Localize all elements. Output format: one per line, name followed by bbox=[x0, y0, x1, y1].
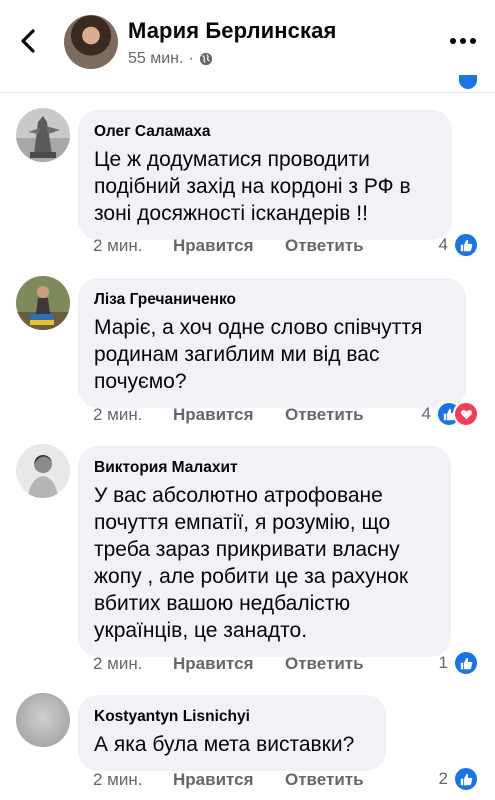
comment-actions: 2 мин. Нравится Ответить bbox=[93, 654, 364, 674]
comment-bubble[interactable]: Ліза Гречаниченко Маріє, а хоч одне слов… bbox=[78, 278, 466, 408]
like-button[interactable]: Нравится bbox=[173, 654, 285, 674]
comment-line: Це ж додуматися проводити bbox=[94, 148, 370, 171]
globe-icon bbox=[199, 52, 212, 66]
reaction-summary[interactable]: 1 bbox=[439, 650, 479, 676]
more-dot bbox=[460, 38, 466, 44]
reaction-summary[interactable]: 4 bbox=[422, 401, 479, 427]
comment-author[interactable]: Ліза Гречаниченко bbox=[94, 290, 450, 310]
more-options-button[interactable] bbox=[446, 30, 480, 52]
reaction-count: 4 bbox=[421, 404, 431, 423]
post-meta: 55 мин. · bbox=[128, 50, 213, 68]
comment-line: жопу , але робити це за рахунок bbox=[94, 565, 409, 588]
person-avatar-image bbox=[16, 444, 70, 498]
comment-line: родинам загиблим ми від вас bbox=[94, 343, 380, 366]
comment-line: А яка була мета виставки? bbox=[94, 733, 355, 756]
like-reaction-icon bbox=[453, 232, 479, 258]
avatar[interactable] bbox=[16, 444, 70, 498]
reaction-summary[interactable]: 4 bbox=[439, 232, 479, 258]
back-button[interactable] bbox=[14, 26, 44, 56]
comment-line: треба зараз прикривати власну bbox=[94, 538, 400, 561]
reaction-summary[interactable]: 2 bbox=[439, 766, 479, 792]
reply-button[interactable]: Ответить bbox=[285, 654, 364, 674]
comment-actions: 2 мин. Нравится Ответить bbox=[93, 236, 364, 256]
comment-line: подібний захід на кордоні з РФ в bbox=[94, 175, 411, 198]
reply-button[interactable]: Ответить bbox=[285, 770, 364, 790]
like-button[interactable]: Нравится bbox=[173, 405, 285, 425]
default-avatar-image bbox=[16, 693, 70, 747]
reaction-count: 4 bbox=[438, 235, 448, 254]
reaction-count: 2 bbox=[438, 769, 448, 788]
comment-actions: 2 мин. Нравится Ответить bbox=[93, 405, 364, 425]
like-button[interactable]: Нравится bbox=[173, 236, 285, 256]
reaction-count: 1 bbox=[438, 653, 448, 672]
comment-line: зоні досяжності іскандерів !! bbox=[94, 202, 368, 225]
comment-line: Маріє, а хоч одне слово співчуття bbox=[94, 316, 423, 339]
reply-button[interactable]: Ответить bbox=[285, 236, 364, 256]
comment-line: У вас абсолютно атрофоване bbox=[94, 484, 383, 507]
header-divider bbox=[0, 92, 495, 93]
author-avatar[interactable] bbox=[64, 15, 118, 69]
comment-author[interactable]: Kostyantyn Lisnichyi bbox=[94, 707, 370, 727]
avatar[interactable] bbox=[16, 108, 70, 162]
like-button[interactable]: Нравится bbox=[173, 770, 285, 790]
comment-line: вбитих вашою недбалістю bbox=[94, 592, 351, 615]
comment-author[interactable]: Олег Саламаха bbox=[94, 122, 436, 142]
like-reaction-icon bbox=[453, 766, 479, 792]
comment-bubble[interactable]: Kostyantyn Lisnichyi А яка була мета вис… bbox=[78, 695, 386, 771]
person-avatar-image bbox=[16, 276, 70, 330]
avatar[interactable] bbox=[16, 693, 70, 747]
comment-author[interactable]: Виктория Малахит bbox=[94, 458, 435, 478]
comment-bubble[interactable]: Олег Саламаха Це ж додуматися проводити … bbox=[78, 110, 452, 240]
comment-line: українців, це занадто. bbox=[94, 619, 308, 642]
post-header: Мария Берлинская 55 мин. · bbox=[0, 0, 495, 89]
comment-time[interactable]: 2 мин. bbox=[93, 654, 173, 674]
monument-avatar-image bbox=[16, 108, 70, 162]
reaction-icons bbox=[436, 401, 479, 427]
more-dot bbox=[470, 38, 476, 44]
more-horizontal-icon bbox=[450, 38, 456, 44]
chevron-left-icon bbox=[21, 29, 35, 53]
reply-button[interactable]: Ответить bbox=[285, 405, 364, 425]
like-reaction-icon bbox=[453, 650, 479, 676]
comment-line: почуємо? bbox=[94, 370, 187, 393]
comment-line: почуття емпатії, я розумію, що bbox=[94, 511, 391, 534]
comment-bubble[interactable]: Виктория Малахит У вас абсолютно атрофов… bbox=[78, 446, 451, 657]
comment-text: Це ж додуматися проводити подібний захід… bbox=[94, 146, 436, 227]
avatar[interactable] bbox=[16, 276, 70, 330]
like-reaction-icon bbox=[459, 75, 477, 89]
author-name[interactable]: Мария Берлинская bbox=[128, 18, 336, 44]
comment-time[interactable]: 2 мин. bbox=[93, 770, 173, 790]
comment-time[interactable]: 2 мин. bbox=[93, 405, 173, 425]
comment-text: Маріє, а хоч одне слово співчуття родина… bbox=[94, 314, 450, 395]
comment-time[interactable]: 2 мин. bbox=[93, 236, 173, 256]
comment-text: У вас абсолютно атрофоване почуття емпат… bbox=[94, 482, 435, 644]
comment-text: А яка була мета виставки? bbox=[94, 731, 370, 758]
comment-actions: 2 мин. Нравится Ответить bbox=[93, 770, 364, 790]
meta-separator: · bbox=[188, 50, 194, 67]
love-reaction-icon bbox=[453, 401, 479, 427]
post-time[interactable]: 55 мин. bbox=[128, 50, 183, 68]
